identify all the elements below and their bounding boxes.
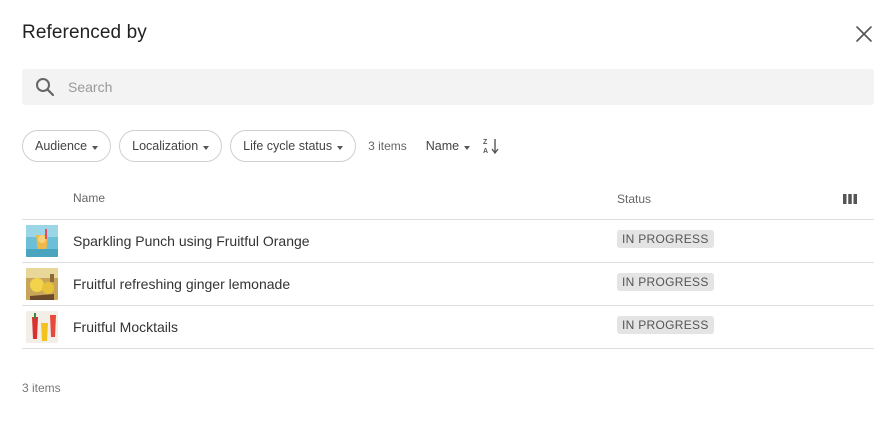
filter-bar: Audience Localization Life cycle status … bbox=[22, 130, 500, 162]
thumbnail-image bbox=[26, 225, 58, 257]
row-name: Fruitful refreshing ginger lemonade bbox=[73, 276, 291, 292]
thumbnail-image bbox=[26, 311, 58, 343]
filter-localization-label: Localization bbox=[132, 139, 199, 153]
row-name: Fruitful Mocktails bbox=[73, 319, 179, 335]
filter-life-cycle-status[interactable]: Life cycle status bbox=[230, 130, 357, 162]
filter-audience[interactable]: Audience bbox=[22, 130, 112, 162]
dialog-title: Referenced by bbox=[22, 22, 147, 43]
close-icon bbox=[856, 26, 872, 42]
status-badge: IN PROGRESS bbox=[617, 273, 714, 291]
footer-items-count: 3 items bbox=[22, 381, 61, 395]
filter-localization[interactable]: Localization bbox=[119, 130, 223, 162]
sort-field-label: Name bbox=[425, 139, 460, 153]
items-count: 3 items bbox=[368, 139, 407, 153]
table-row[interactable]: Fruitful refreshing ginger lemonade IN P… bbox=[22, 263, 874, 306]
status-badge: IN PROGRESS bbox=[617, 230, 714, 248]
filter-audience-label: Audience bbox=[35, 139, 88, 153]
svg-text:Z: Z bbox=[483, 139, 488, 146]
referenced-by-dialog: Referenced by Audience Localization Life… bbox=[0, 0, 894, 441]
search-icon bbox=[36, 78, 55, 97]
table-header: Name Status bbox=[22, 180, 874, 220]
caret-down-icon bbox=[337, 145, 344, 150]
thumbnail-image bbox=[26, 268, 58, 300]
search-bar bbox=[22, 69, 874, 105]
caret-down-icon bbox=[92, 145, 99, 150]
sort-field-dropdown[interactable]: Name bbox=[425, 139, 471, 153]
columns-icon[interactable] bbox=[842, 192, 858, 206]
filter-life-cycle-status-label: Life cycle status bbox=[243, 139, 333, 153]
sort-az-icon[interactable]: Z A bbox=[482, 137, 500, 155]
column-header-status[interactable]: Status bbox=[617, 192, 651, 206]
table-row[interactable]: Fruitful Mocktails IN PROGRESS bbox=[22, 306, 874, 349]
status-badge: IN PROGRESS bbox=[617, 316, 714, 334]
row-name: Sparkling Punch using Fruitful Orange bbox=[73, 233, 310, 249]
caret-down-icon bbox=[203, 145, 210, 150]
column-header-name[interactable]: Name bbox=[73, 191, 105, 205]
table-row[interactable]: Sparkling Punch using Fruitful Orange IN… bbox=[22, 220, 874, 263]
close-button[interactable] bbox=[853, 23, 875, 45]
caret-down-icon bbox=[464, 145, 471, 150]
search-input[interactable] bbox=[68, 69, 858, 105]
svg-text:A: A bbox=[483, 148, 488, 155]
